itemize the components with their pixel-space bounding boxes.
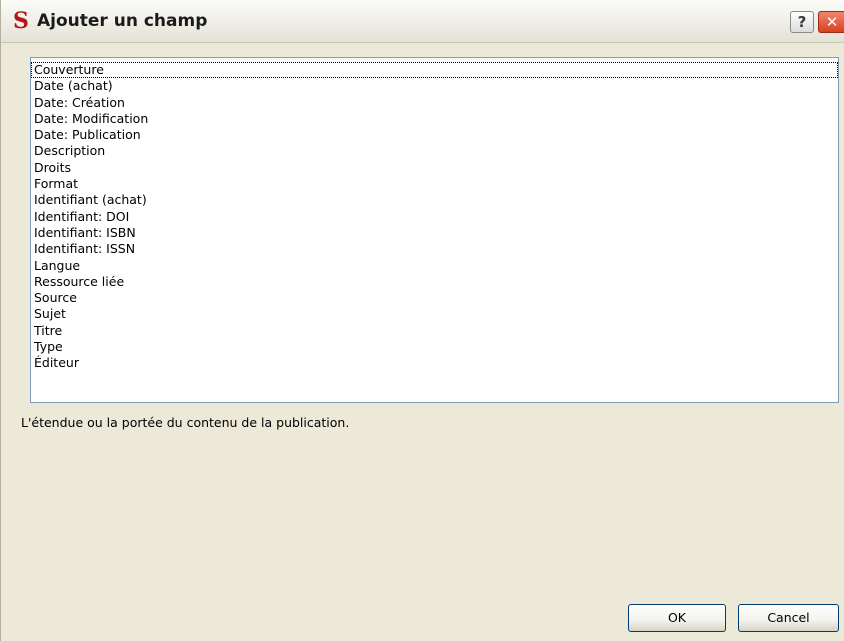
list-item[interactable]: Source bbox=[31, 290, 838, 306]
list-item[interactable]: Identifiant: ISBN bbox=[31, 225, 838, 241]
list-item[interactable]: Identifiant: DOI bbox=[31, 209, 838, 225]
list-item[interactable]: Ressource liée bbox=[31, 274, 838, 290]
list-item[interactable]: Date (achat) bbox=[31, 78, 838, 94]
field-listbox[interactable]: Couverture Date (achat) Date: Création Date… bbox=[30, 57, 839, 403]
list-item[interactable]: Format bbox=[31, 176, 838, 192]
close-button[interactable]: ✕ bbox=[818, 11, 844, 33]
list-item[interactable]: Description bbox=[31, 143, 838, 159]
app-logo-icon: S bbox=[13, 8, 29, 34]
list-item[interactable]: Type bbox=[31, 339, 838, 355]
ok-button[interactable]: OK bbox=[628, 604, 726, 632]
help-button[interactable]: ? bbox=[790, 11, 814, 33]
dialog-title: Ajouter un champ bbox=[37, 11, 208, 31]
list-item[interactable]: Date: Publication bbox=[31, 127, 838, 143]
list-item[interactable]: Langue bbox=[31, 258, 838, 274]
list-item[interactable]: Droits bbox=[31, 160, 838, 176]
list-item[interactable]: Sujet bbox=[31, 306, 838, 322]
list-item[interactable]: Titre bbox=[31, 323, 838, 339]
list-item[interactable]: Date: Modification bbox=[31, 111, 838, 127]
list-item[interactable]: Couverture bbox=[31, 62, 838, 79]
cancel-button[interactable]: Cancel bbox=[738, 604, 839, 632]
list-item[interactable]: Éditeur bbox=[31, 355, 838, 371]
field-description: L'étendue ou la portée du contenu de la … bbox=[21, 415, 350, 430]
list-item[interactable]: Date: Création bbox=[31, 95, 838, 111]
list-item[interactable]: Identifiant: ISSN bbox=[31, 241, 838, 257]
list-item[interactable]: Identifiant (achat) bbox=[31, 192, 838, 208]
add-field-dialog: S Ajouter un champ ? ✕ Couverture Date (a… bbox=[0, 0, 844, 641]
title-bar[interactable]: S Ajouter un champ ? ✕ bbox=[1, 0, 844, 43]
